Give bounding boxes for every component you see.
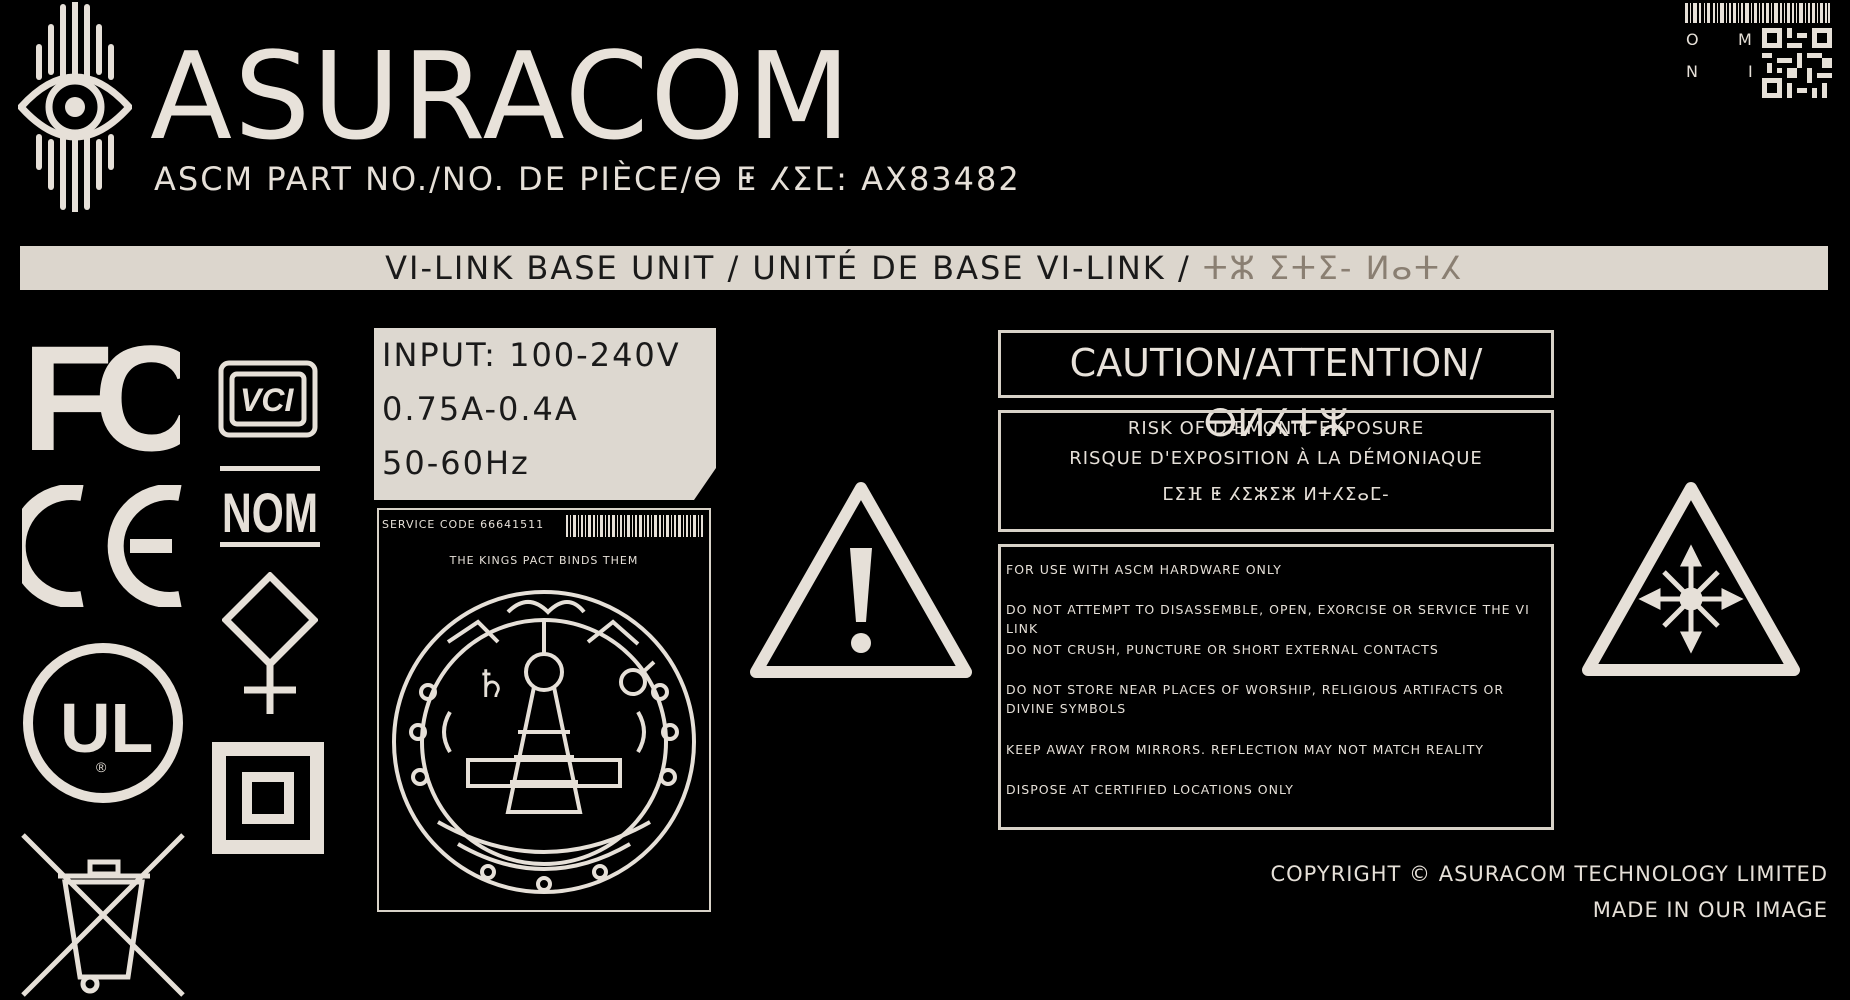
risk-french: RISQUE D'EXPOSITION À LA DÉMONIAQUE: [1069, 448, 1483, 469]
eye-logo-icon: [18, 2, 132, 212]
input-voltage: INPUT: 100-240V: [382, 336, 681, 374]
warning-item: DO NOT CRUSH, PUNCTURE OR SHORT EXTERNAL…: [1006, 642, 1439, 657]
svg-text:♄: ♄: [474, 662, 508, 706]
corner-letter-m: M: [1738, 30, 1752, 49]
pact-motto: THE KINGS PACT BINDS THEM: [449, 554, 639, 567]
service-code: SERVICE CODE 66641511: [382, 518, 545, 531]
warning-item: KEEP AWAY FROM MIRRORS. REFLECTION MAY N…: [1006, 742, 1485, 757]
risk-english: RISK OF DÆMONIC EXPOSURE: [1127, 418, 1425, 439]
nom-mark-icon: NOM: [220, 466, 320, 547]
svg-text:®: ®: [96, 759, 107, 775]
diamond-cross-icon: [222, 572, 318, 714]
qr-code-icon: [1762, 28, 1832, 98]
caution-title-text: CAUTION/ATTENTION/: [1069, 341, 1483, 385]
warning-exclamation-icon: [750, 482, 972, 678]
warning-item: DO NOT STORE NEAR PLACES OF WORSHIP, REL…: [1006, 682, 1505, 716]
ul-mark-icon: UL ®: [23, 643, 183, 803]
made-in: MADE IN OUR IMAGE: [1592, 898, 1828, 922]
part-number-value: AX83482: [861, 160, 1021, 198]
warning-chaos-icon: [1582, 482, 1800, 676]
corner-letter-n: N: [1686, 62, 1698, 81]
double-square-icon: [212, 742, 324, 854]
product-name-glyphs: ⵜⵣ ⵉⵜⵉ- ⵍⴰⵜⵃ: [1202, 249, 1463, 287]
part-number-label: ASCM PART NO./NO. DE PIÈCE/ⴱ ⵟ ⵃⵉⵎ:: [154, 160, 849, 198]
vci-mark-icon: VCI: [218, 360, 318, 438]
fc-mark-icon: FC: [22, 332, 180, 462]
svg-text:FC: FC: [22, 332, 180, 462]
barcode-icon: [1685, 3, 1830, 23]
corner-letter-i: I: [1748, 62, 1753, 81]
corner-letter-o: O: [1686, 30, 1699, 49]
ce-mark-icon: [22, 485, 182, 607]
warning-item: DO NOT ATTEMPT TO DISASSEMBLE, OPEN, EXO…: [1006, 602, 1530, 636]
product-banner-text: VI-LINK BASE UNIT / UNITÉ DE BASE VI-LIN…: [20, 246, 1828, 290]
caution-title: CAUTION/ATTENTION/ⴱⵍⵃⵜⵣ: [998, 330, 1554, 445]
input-frequency: 50-60Hz: [382, 444, 530, 482]
sigil-seal-icon: ♄: [392, 590, 696, 894]
input-current: 0.75A-0.4A: [382, 390, 579, 428]
product-name: VI-LINK BASE UNIT / UNITÉ DE BASE VI-LIN…: [385, 249, 1191, 287]
brand-name: ASURACOM: [150, 28, 853, 167]
part-number-line: ASCM PART NO./NO. DE PIÈCE/ⴱ ⵟ ⵃⵉⵎ: AX83…: [154, 160, 1021, 198]
risk-glyphs: ⵎⵉⴼ ⵟ ⵃⵉⵣⵉⵣ ⵍⵜⵃⵉⴰⵎ-: [1162, 484, 1390, 505]
warning-item: FOR USE WITH ASCM HARDWARE ONLY: [1006, 562, 1282, 577]
warning-item: DISPOSE AT CERTIFIED LOCATIONS ONLY: [1006, 782, 1294, 797]
svg-text:UL: UL: [60, 689, 153, 767]
copyright: COPYRIGHT © ASURACOM TECHNOLOGY LIMITED: [1270, 862, 1828, 886]
service-barcode-icon: [566, 515, 703, 537]
svg-text:NOM: NOM: [222, 481, 318, 544]
svg-text:VCI: VCI: [240, 382, 294, 418]
weee-bin-icon: [21, 833, 185, 997]
